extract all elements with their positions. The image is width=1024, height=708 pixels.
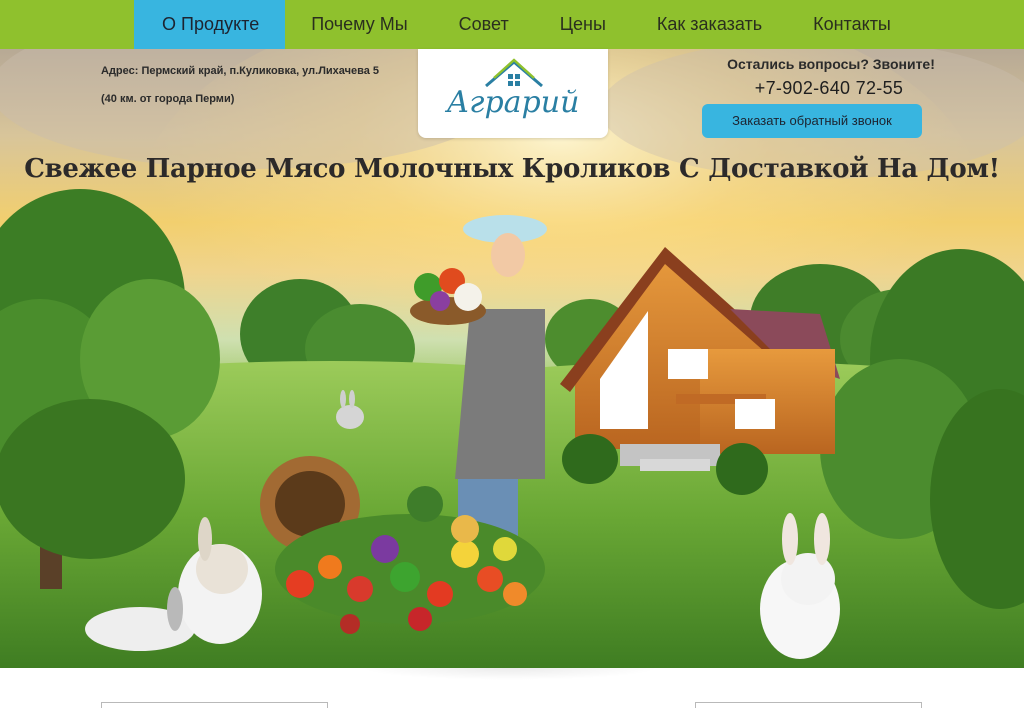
nav-item-contacts[interactable]: Контакты bbox=[787, 0, 916, 49]
content-card-left bbox=[101, 702, 328, 708]
hero-banner bbox=[0, 49, 1024, 668]
bush-left bbox=[562, 434, 618, 484]
nav-item-advice[interactable]: Совет bbox=[433, 0, 534, 49]
address-line: Адрес: Пермский край, п.Куликовка, ул.Ли… bbox=[101, 65, 380, 77]
phone-number[interactable]: +7-902-640 72-55 bbox=[700, 78, 958, 99]
content-card-right bbox=[695, 702, 922, 708]
logo-text: Аграрий bbox=[446, 85, 580, 120]
bush-right bbox=[716, 443, 768, 495]
callback-request-button[interactable]: Заказать обратный звонок bbox=[702, 104, 922, 138]
nav-item-about-product[interactable]: О Продукте bbox=[134, 0, 286, 49]
nav-item-prices[interactable]: Цены bbox=[534, 0, 631, 49]
address-distance-note: (40 км. от города Перми) bbox=[101, 93, 235, 105]
house-logo-icon bbox=[485, 58, 543, 88]
contact-question: Остались вопросы? Звоните! bbox=[727, 56, 935, 72]
hero-illustration bbox=[0, 49, 1024, 668]
nav-item-why-us[interactable]: Почему Мы bbox=[285, 0, 432, 49]
logo[interactable]: Аграрий bbox=[418, 49, 608, 138]
hero-headline: Свежее Парное Мясо Молочных Кроликов С Д… bbox=[24, 154, 1000, 184]
address-block: Адрес: Пермский край, п.Куликовка, ул.Ли… bbox=[101, 57, 379, 113]
nav-item-how-to-order[interactable]: Как заказать bbox=[631, 0, 787, 49]
nav-menu: О Продукте Почему Мы Совет Цены Как зака… bbox=[134, 0, 916, 49]
section-shadow bbox=[360, 668, 660, 680]
top-navigation: О Продукте Почему Мы Совет Цены Как зака… bbox=[0, 0, 1024, 49]
